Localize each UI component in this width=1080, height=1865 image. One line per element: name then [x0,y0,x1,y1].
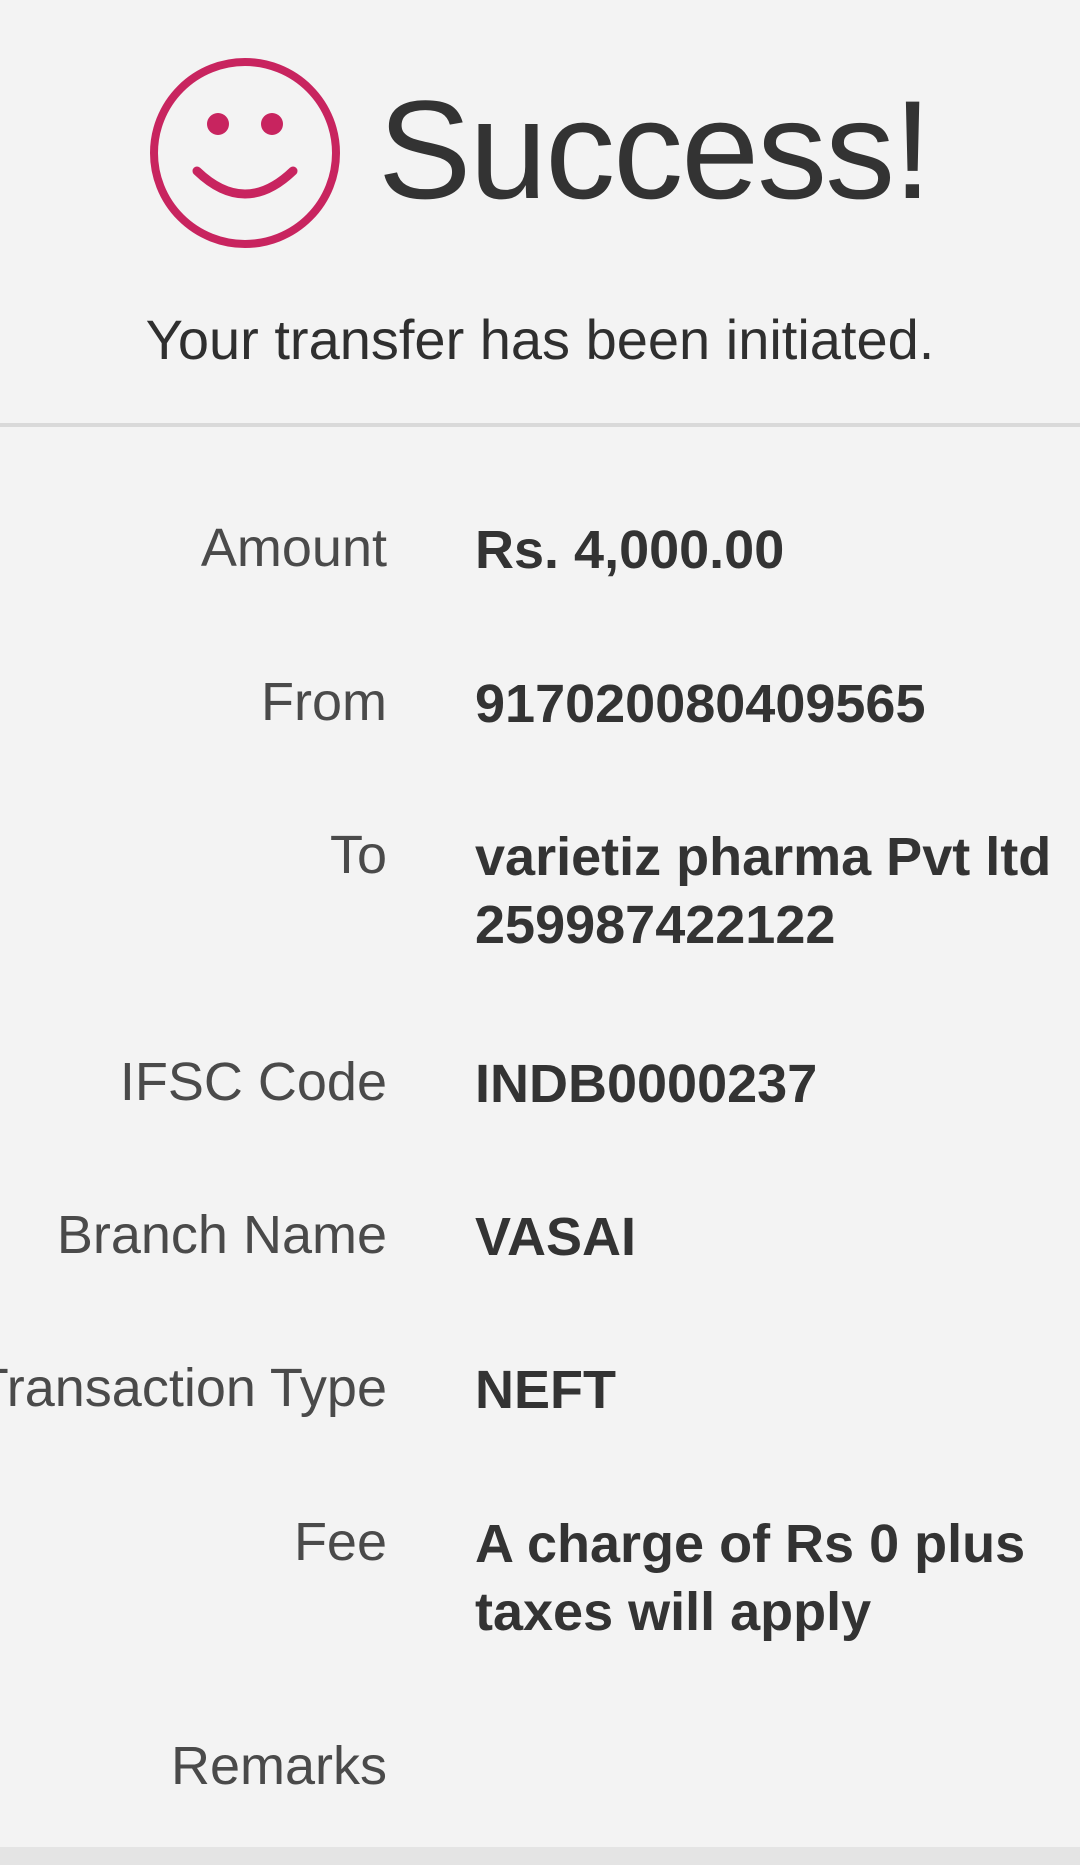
from-label: From [261,672,387,732]
success-subtitle: Your transfer has been initiated. [145,308,935,371]
transaction-type-value: NEFT [475,1360,616,1420]
payee-account: 259987422122 [475,895,836,955]
transfer-details: Amount Rs. 4,000.00 From 917020080409565… [0,428,1080,1848]
success-header: Success! Your transfer has been initiate… [0,0,1080,428]
to-value: varietiz pharma Pvt ltd 259987422122 [475,823,1075,959]
amount-label: Amount [200,518,387,578]
smiley-icon [145,53,345,253]
amount-value: Rs. 4,000.00 [475,520,785,580]
fee-text-line2: taxes will apply [475,1582,872,1642]
ifsc-label: IFSC Code [119,1052,387,1112]
fee-value: A charge of Rs 0 plus taxes will apply [475,1510,1075,1646]
payee-name: varietiz pharma Pvt ltd [475,827,1052,887]
bottom-edge [0,1847,1080,1865]
ifsc-value: INDB0000237 [475,1054,818,1114]
branch-value: VASAI [475,1207,637,1267]
fee-label: Fee [293,1512,387,1572]
branch-label: Branch Name [56,1205,387,1265]
to-label: To [329,825,387,885]
from-account-value: 917020080409565 [475,674,926,734]
header-divider [0,423,1080,427]
fee-text-line1: A charge of Rs 0 plus [475,1514,1026,1574]
success-title: Success! [378,71,932,228]
transaction-type-label: Transaction Type [0,1358,387,1418]
transfer-success-screen: Success! Your transfer has been initiate… [0,0,1080,1865]
remarks-label: Remarks [170,1736,387,1796]
